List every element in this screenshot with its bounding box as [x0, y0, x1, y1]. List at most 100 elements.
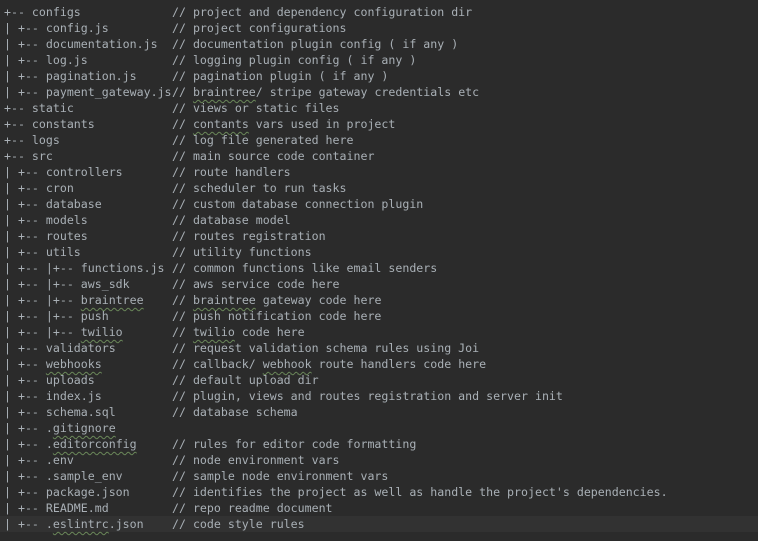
spellcheck-underline: twilio	[80, 325, 123, 339]
code-line[interactable]: | +-- |+-- twilio // twilio code here	[0, 324, 758, 340]
code-line[interactable]: | +-- |+-- functions.js // common functio…	[0, 260, 758, 276]
tree-entry: +-- constants	[4, 117, 95, 131]
code-comment: // contants vars used in project	[172, 117, 396, 131]
code-line[interactable]: | +-- models // database model	[0, 212, 758, 228]
code-editor[interactable]: +-- configs // project and dependency con…	[0, 0, 758, 541]
code-comment: // documentation plugin config ( if any …	[172, 37, 459, 51]
code-line[interactable]: | +-- database // custom database connect…	[0, 196, 758, 212]
spellcheck-underline: braintree	[192, 293, 256, 307]
code-comment: // database model	[172, 213, 291, 227]
code-line[interactable]: | +-- package.json // identifies the proj…	[0, 484, 758, 500]
code-line[interactable]: +-- configs // project and dependency con…	[0, 4, 758, 20]
code-line[interactable]: | +-- .sample_env // sample node environm…	[0, 468, 758, 484]
code-line[interactable]: | +-- |+-- aws_sdk // aws service code he…	[0, 276, 758, 292]
code-comment: // rules for editor code formatting	[172, 437, 417, 451]
tree-entry: | +-- |+-- push	[4, 309, 109, 323]
code-line[interactable]: | +-- |+-- push // push notification code…	[0, 308, 758, 324]
tree-entry: +-- configs	[4, 5, 81, 19]
code-comment: // braintree gateway code here	[172, 293, 382, 307]
code-comment: // node environment vars	[172, 453, 340, 467]
code-comment: // scheduler to run tasks	[172, 181, 347, 195]
code-line[interactable]: | +-- uploads // default upload dir	[0, 372, 758, 388]
code-comment: // sample node environment vars	[172, 469, 389, 483]
tree-entry: | +-- config.js	[4, 21, 109, 35]
code-line[interactable]: | +-- .gitignore	[0, 420, 758, 436]
code-line[interactable]: | +-- routes // routes registration	[0, 228, 758, 244]
tree-entry: | +-- models	[4, 213, 88, 227]
spellcheck-underline: webhook	[262, 357, 312, 371]
tree-entry: | +-- payment_gateway.js	[4, 85, 172, 99]
code-line[interactable]: | +-- .env // node environment vars	[0, 452, 758, 468]
code-line-current[interactable]: | +-- .eslintrc.json // code style rules	[0, 516, 758, 532]
tree-entry: | +-- log.js	[4, 53, 88, 67]
tree-entry: | +-- cron	[4, 181, 74, 195]
tree-entry: | +-- |+-- aws_sdk	[4, 277, 130, 291]
tree-entry: | +-- pagination.js	[4, 69, 137, 83]
spellcheck-underline: gitignore	[52, 421, 116, 435]
code-comment: // project and dependency configuration …	[172, 5, 473, 19]
tree-entry: | +-- |+-- braintree	[4, 293, 144, 307]
tree-entry: | +-- validators	[4, 341, 116, 355]
code-line[interactable]: +-- src // main source code container	[0, 148, 758, 164]
code-comment: // repo readme document	[172, 501, 333, 515]
spellcheck-underline: twilio	[192, 325, 235, 339]
code-comment: // twilio code here	[172, 325, 305, 339]
spellcheck-underline: eslintrc	[52, 517, 109, 531]
code-line[interactable]: | +-- schema.sql // database schema	[0, 404, 758, 420]
code-comment: // aws service code here	[172, 277, 340, 291]
code-line[interactable]: | +-- documentation.js // documentation p…	[0, 36, 758, 52]
code-line[interactable]: | +-- .editorconfig // rules for editor c…	[0, 436, 758, 452]
code-comment: // custom database connection plugin	[172, 197, 424, 211]
tree-entry: | +-- .eslintrc.json	[4, 517, 144, 531]
code-comment: // views or static files	[172, 101, 340, 115]
code-comment: // route handlers	[172, 165, 291, 179]
code-comment: // code style rules	[172, 517, 305, 531]
tree-entry: | +-- schema.sql	[4, 405, 116, 419]
code-line[interactable]: +-- static // views or static files	[0, 100, 758, 116]
code-comment: // push notification code here	[172, 309, 382, 323]
tree-entry: | +-- README.md	[4, 501, 109, 515]
code-line[interactable]: | +-- controllers // route handlers	[0, 164, 758, 180]
code-line[interactable]: | +-- pagination.js // pagination plugin …	[0, 68, 758, 84]
code-comment: // project configurations	[172, 21, 347, 35]
spellcheck-underline: braintree	[192, 85, 256, 99]
tree-entry: +-- logs	[4, 133, 60, 147]
tree-entry: +-- src	[4, 149, 53, 163]
code-line[interactable]: | +-- utils // utility functions	[0, 244, 758, 260]
code-line[interactable]: +-- constants // contants vars used in pr…	[0, 116, 758, 132]
code-comment: // common functions like email senders	[172, 261, 438, 275]
code-line[interactable]: | +-- index.js // plugin, views and route…	[0, 388, 758, 404]
tree-entry: +-- static	[4, 101, 74, 115]
tree-entry: | +-- webhooks	[4, 357, 102, 371]
tree-entry: | +-- database	[4, 197, 102, 211]
tree-entry: | +-- controllers	[4, 165, 123, 179]
code-comment: // log file generated here	[172, 133, 354, 147]
tree-entry: | +-- .env	[4, 453, 74, 467]
spellcheck-underline: contants	[192, 117, 249, 131]
tree-entry: | +-- .sample_env	[4, 469, 123, 483]
code-comment: // request validation schema rules using…	[172, 341, 480, 355]
code-comment: // utility functions	[172, 245, 312, 259]
tree-entry: | +-- |+-- twilio	[4, 325, 123, 339]
code-comment: // logging plugin config ( if any )	[172, 53, 417, 67]
code-comment: // routes registration	[172, 229, 326, 243]
code-comment: // callback/ webhook route handlers code…	[172, 357, 487, 371]
code-line[interactable]: | +-- config.js // project configurations	[0, 20, 758, 36]
tree-entry: | +-- routes	[4, 229, 88, 243]
code-line[interactable]: | +-- validators // request validation sc…	[0, 340, 758, 356]
code-comment: // plugin, views and routes registration…	[172, 389, 563, 403]
tree-entry: | +-- .gitignore	[4, 421, 116, 435]
code-line[interactable]: | +-- cron // scheduler to run tasks	[0, 180, 758, 196]
spellcheck-underline: webhooks	[45, 357, 102, 371]
code-line[interactable]: | +-- |+-- braintree // braintree gateway…	[0, 292, 758, 308]
code-line[interactable]: +-- logs // log file generated here	[0, 132, 758, 148]
code-line[interactable]: | +-- README.md // repo readme document	[0, 500, 758, 516]
tree-entry: | +-- index.js	[4, 389, 102, 403]
code-line[interactable]: | +-- webhooks // callback/ webhook route…	[0, 356, 758, 372]
code-line[interactable]: | +-- payment_gateway.js// braintree/ st…	[0, 84, 758, 100]
code-line[interactable]: | +-- log.js // logging plugin config ( i…	[0, 52, 758, 68]
tree-entry: | +-- package.json	[4, 485, 130, 499]
code-comment: // main source code container	[172, 149, 375, 163]
code-comment: // default upload dir	[172, 373, 319, 387]
code-comment: // database schema	[172, 405, 298, 419]
